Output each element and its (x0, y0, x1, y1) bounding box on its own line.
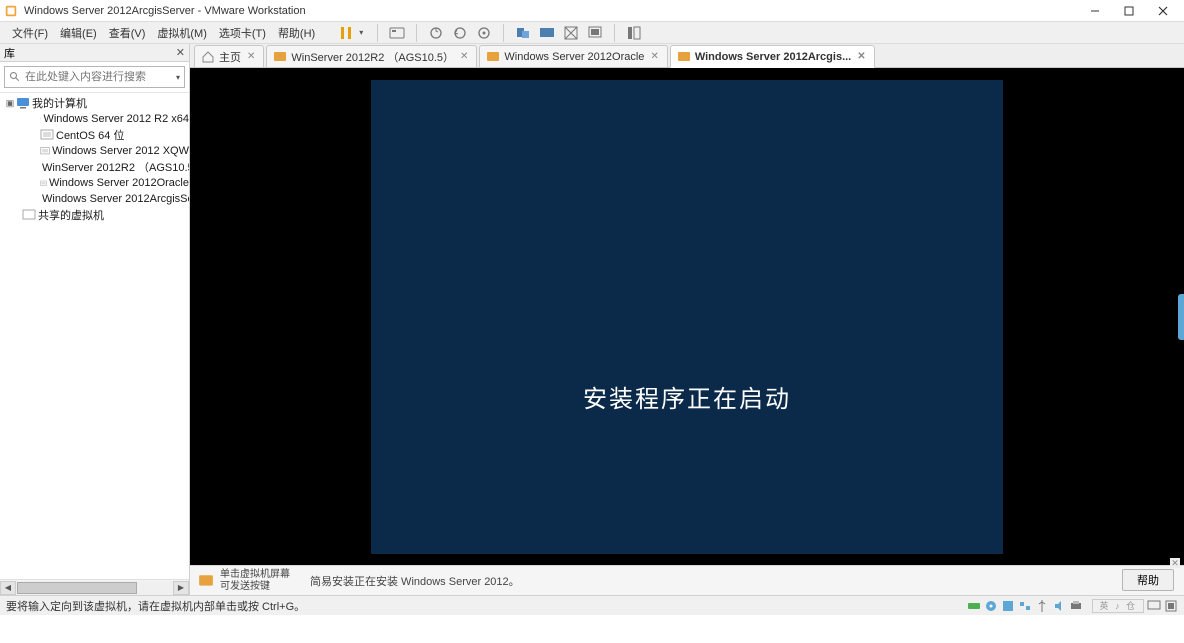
hint-bar: ✕ 单击虚拟机屏幕 可发送按键 简易安装正在安装 Windows Server … (190, 565, 1184, 595)
tree-vm-item[interactable]: Windows Server 2012 R2 x64 (0, 111, 189, 127)
vm-icon (40, 112, 41, 126)
tab-close-button[interactable]: ✕ (247, 51, 255, 62)
vm-tab-icon (486, 50, 500, 64)
snapshot-revert-button[interactable] (449, 22, 471, 44)
grab-input-icon[interactable] (1164, 599, 1178, 613)
menu-help[interactable]: 帮助(H) (272, 23, 321, 43)
tab-strip: 主页 ✕ WinServer 2012R2 （AGS10.5） ✕ Window… (190, 44, 1184, 68)
search-dropdown[interactable]: ▾ (176, 73, 180, 82)
content-area: 主页 ✕ WinServer 2012R2 （AGS10.5） ✕ Window… (190, 44, 1184, 595)
home-icon (201, 50, 215, 64)
tree-vm-item[interactable]: WinServer 2012R2 （AGS10.5） (0, 159, 189, 175)
menu-edit[interactable]: 编辑(E) (54, 23, 103, 43)
shared-icon (22, 208, 36, 222)
status-bar: 要将输入定向到该虚拟机，请在虚拟机内部单击或按 Ctrl+G。 英 ♪ 仓 (0, 595, 1184, 615)
maximize-button[interactable] (1112, 0, 1146, 22)
menu-view[interactable]: 查看(V) (103, 23, 152, 43)
display-icon[interactable] (1147, 599, 1161, 613)
search-icon (9, 71, 21, 83)
sidebar-horizontal-scrollbar[interactable]: ◀ ▶ (0, 579, 189, 595)
printer-icon[interactable] (1069, 599, 1083, 613)
scroll-left-button[interactable]: ◀ (0, 581, 16, 595)
vm-console-view[interactable]: 安装程序正在启动 (190, 68, 1184, 565)
network-icon[interactable] (1018, 599, 1032, 613)
vm-tab-icon (677, 50, 691, 64)
library-sidebar: 库 ✕ ▾ ▣ 我的计算机 Windows Server 2012 R2 x64 (0, 44, 190, 595)
tree-vm-item[interactable]: Windows Server 2012 XQW (0, 143, 189, 159)
hdd-icon[interactable] (967, 599, 981, 613)
hint-close-button[interactable]: ✕ (1170, 558, 1180, 568)
tab-close-button[interactable]: ✕ (650, 51, 658, 62)
install-message: 简易安装正在安装 Windows Server 2012。 (310, 573, 520, 589)
send-ctrl-alt-del-button[interactable] (386, 22, 408, 44)
vm-icon (40, 144, 50, 158)
minimize-button[interactable] (1078, 0, 1112, 22)
tree-shared-vms[interactable]: 共享的虚拟机 (0, 207, 189, 223)
menu-file[interactable]: 文件(F) (6, 23, 54, 43)
tree-vm-item[interactable]: Windows Server 2012Oracle (0, 175, 189, 191)
pause-dropdown[interactable]: ▾ (359, 28, 369, 37)
ime-indicator[interactable]: 英 ♪ 仓 (1092, 599, 1144, 613)
floppy-icon[interactable] (1001, 599, 1015, 613)
computer-icon (16, 96, 30, 110)
tab-close-button[interactable]: ✕ (460, 51, 468, 62)
vm-icon (40, 128, 54, 142)
tree-vm-item[interactable]: CentOS 64 位 (0, 127, 189, 143)
snapshot-button[interactable] (425, 22, 447, 44)
fullscreen-button[interactable] (536, 22, 558, 44)
tab-close-button[interactable]: ✕ (857, 51, 865, 62)
snapshot-manager-button[interactable] (473, 22, 495, 44)
collapse-icon[interactable]: ▣ (4, 98, 16, 109)
hint-icon (198, 573, 214, 589)
menu-tabs[interactable]: 选项卡(T) (213, 23, 272, 43)
search-box[interactable]: ▾ (4, 66, 185, 88)
sidebar-close-button[interactable]: ✕ (176, 46, 185, 59)
sound-icon[interactable] (1052, 599, 1066, 613)
tab-home[interactable]: 主页 ✕ (194, 45, 264, 67)
fit-guest-button[interactable] (512, 22, 534, 44)
vm-icon (40, 176, 47, 190)
close-button[interactable] (1146, 0, 1180, 22)
panel-collapse-handle[interactable] (1178, 294, 1184, 340)
window-controls (1078, 0, 1180, 22)
tree-vm-item[interactable]: Windows Server 2012ArcgisServer (0, 191, 189, 207)
guest-installer-message: 安装程序正在启动 (583, 379, 791, 414)
sidebar-title: 库 (4, 45, 15, 61)
help-button[interactable]: 帮助 (1122, 569, 1174, 591)
pause-vm-button[interactable] (335, 22, 357, 44)
search-input[interactable] (25, 71, 172, 83)
window-title: Windows Server 2012ArcgisServer - VMware… (24, 5, 306, 17)
vm-tree: ▣ 我的计算机 Windows Server 2012 R2 x64 CentO… (0, 93, 189, 579)
tab-vm-active[interactable]: Windows Server 2012Arcgis... ✕ (670, 45, 875, 68)
unity-button[interactable] (560, 22, 582, 44)
status-device-icons: 英 ♪ 仓 (967, 599, 1178, 613)
hint-text: 单击虚拟机屏幕 可发送按键 (220, 569, 290, 593)
vmware-icon (4, 4, 18, 18)
guest-screen[interactable]: 安装程序正在启动 (371, 80, 1003, 554)
scroll-right-button[interactable]: ▶ (173, 581, 189, 595)
window-titlebar: Windows Server 2012ArcgisServer - VMware… (0, 0, 1184, 22)
menu-bar: 文件(F) 编辑(E) 查看(V) 虚拟机(M) 选项卡(T) 帮助(H) ▾ (0, 22, 1184, 44)
vm-tab-icon (273, 50, 287, 64)
cd-icon[interactable] (984, 599, 998, 613)
status-text: 要将输入定向到该虚拟机，请在虚拟机内部单击或按 Ctrl+G。 (6, 598, 305, 614)
usb-icon[interactable] (1035, 599, 1049, 613)
console-view-button[interactable] (584, 22, 606, 44)
tree-root-mycomputer[interactable]: ▣ 我的计算机 (0, 95, 189, 111)
menu-vm[interactable]: 虚拟机(M) (151, 23, 213, 43)
tab-vm-1[interactable]: WinServer 2012R2 （AGS10.5） ✕ (266, 45, 477, 67)
library-toggle-button[interactable] (623, 22, 645, 44)
scroll-thumb[interactable] (17, 582, 137, 594)
sidebar-header: 库 ✕ (0, 44, 189, 62)
tab-vm-2[interactable]: Windows Server 2012Oracle ✕ (479, 45, 667, 67)
